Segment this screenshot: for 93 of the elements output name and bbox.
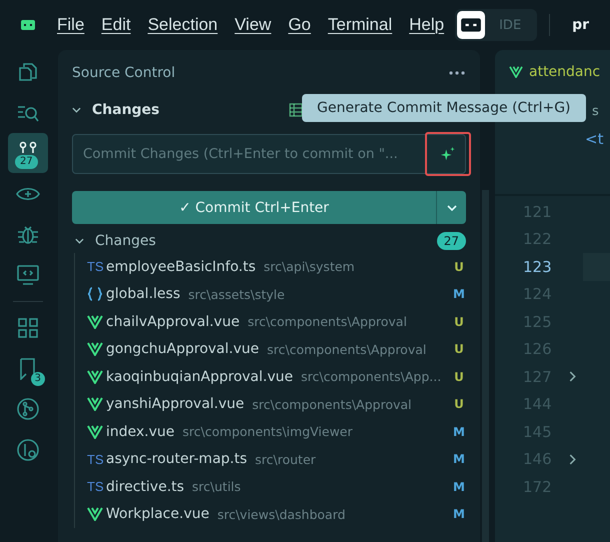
- robot-icon: [460, 17, 482, 33]
- status-letter: U: [453, 370, 465, 384]
- count-badge: 27: [15, 155, 38, 169]
- chevron-icon[interactable]: [72, 107, 81, 113]
- code-text: <t: [585, 130, 604, 148]
- file-name: employeeBasicInfo.ts: [106, 258, 256, 275]
- file-path: src\components\Approval: [248, 314, 408, 330]
- vue-icon: [87, 507, 103, 522]
- grid-icon: [18, 318, 38, 338]
- file-path: src\components\Approval: [252, 396, 413, 412]
- menu-item[interactable]: Selection: [148, 15, 218, 35]
- change-entry[interactable]: chailvApproval.vue src\components\Approval U: [75, 308, 466, 336]
- file-name: index.vue: [106, 424, 175, 440]
- git-search-icon: [17, 438, 39, 460]
- file-name: gongchuApproval.vue: [106, 341, 259, 358]
- fold-chevron-icon[interactable]: [569, 371, 576, 382]
- file-path: src\router: [255, 452, 317, 467]
- file-path: src\components\Approval: [267, 342, 428, 357]
- file-path: src\views\dashboard: [217, 506, 346, 522]
- file-name: kaoqinbuqianApproval.vue: [106, 368, 293, 385]
- count-badge: 27: [436, 232, 466, 250]
- file-name: yanshiApproval.vue: [106, 396, 244, 412]
- panel-title: Source Control: [72, 65, 176, 81]
- file-name: chailvApproval.vue: [106, 314, 240, 330]
- tooltip: Generate Commit Message (Ctrl+G): [302, 94, 586, 122]
- file-path: src\assets\style: [188, 286, 286, 302]
- fold-chevron-icon[interactable]: [569, 454, 576, 465]
- app-logo-icon[interactable]: [21, 20, 35, 30]
- file-path: src\utils: [192, 479, 242, 494]
- remote-screen-icon: [17, 264, 39, 284]
- eye-icon: [16, 186, 40, 202]
- status-letter: M: [452, 287, 466, 302]
- vue-icon: [87, 370, 103, 384]
- commit-button[interactable]: ✓ Commit Ctrl+Enter: [72, 191, 436, 224]
- file-path: src\components\imgViewer: [182, 424, 354, 440]
- change-entry[interactable]: Workplace.vue src\views\dashboard M: [75, 500, 466, 528]
- file-path: src\components\App...: [300, 369, 442, 384]
- commit-dropdown-button[interactable]: [436, 191, 466, 224]
- group-label: Changes: [95, 232, 156, 248]
- status-letter: M: [452, 507, 466, 522]
- change-entry[interactable]: global.less src\assets\style M: [75, 280, 466, 308]
- file-name: global.less: [106, 286, 180, 302]
- file-name: async-router-map.ts: [106, 451, 248, 468]
- ide-label: IDE: [498, 18, 522, 32]
- chevron-icon: [446, 204, 456, 210]
- files-icon: [18, 62, 38, 82]
- line-number: 123: [523, 258, 553, 276]
- file-name: Workplace.vue: [106, 506, 210, 522]
- section-title: Changes: [92, 102, 160, 118]
- braces-icon: [87, 287, 103, 302]
- change-entry[interactable]: kaoqinbuqianApproval.vue src\components\App... U: [75, 363, 466, 390]
- tab-label: attendanc: [529, 64, 600, 80]
- menu-item[interactable]: Edit: [101, 15, 131, 35]
- menu-item[interactable]: Go: [288, 15, 311, 35]
- typescript-icon: TS: [87, 479, 106, 494]
- status-letter: U: [453, 314, 465, 329]
- change-entry[interactable]: TS async-router-map.ts src\router M: [75, 446, 466, 473]
- typescript-icon: TS: [87, 452, 106, 467]
- vue-icon: [509, 66, 523, 78]
- chevron-icon[interactable]: [75, 238, 84, 244]
- menu-item[interactable]: File: [57, 15, 84, 35]
- change-entry[interactable]: index.vue src\components\imgViewer M: [75, 418, 466, 446]
- bookmark-tab[interactable]: 3: [8, 348, 48, 388]
- change-entry[interactable]: TS employeeBasicInfo.ts src\api\system U: [75, 253, 466, 280]
- vue-icon: [87, 314, 103, 329]
- change-entry[interactable]: yanshiApproval.vue src\components\Approval U: [75, 390, 466, 418]
- bookmark-icon: [19, 358, 37, 380]
- editor-tab[interactable]: attendanc: [495, 50, 610, 94]
- git-graph-icon: [17, 398, 39, 420]
- file-name: directive.ts: [106, 478, 184, 495]
- more-icon[interactable]: [449, 71, 465, 75]
- status-letter: M: [452, 452, 466, 466]
- status-letter: U: [453, 260, 465, 274]
- menu-item[interactable]: Terminal: [328, 15, 392, 35]
- list-view-icon[interactable]: [288, 103, 303, 117]
- change-entry[interactable]: TS directive.ts src\utils M: [75, 473, 466, 500]
- status-letter: U: [453, 397, 465, 412]
- breadcrumb: s: [592, 104, 599, 119]
- source-control-tab[interactable]: 27: [8, 133, 48, 173]
- project-name: pr: [572, 17, 590, 33]
- vue-icon: [87, 397, 103, 412]
- menu-item[interactable]: View: [234, 15, 272, 35]
- source-control-icon: [18, 141, 38, 153]
- file-path: src\api\system: [264, 259, 356, 274]
- status-letter: U: [453, 342, 465, 356]
- vue-icon: [87, 424, 103, 439]
- vue-icon: [87, 342, 103, 356]
- status-letter: M: [452, 480, 466, 494]
- count-badge: 3: [30, 372, 45, 386]
- status-letter: M: [452, 424, 466, 439]
- typescript-icon: TS: [87, 259, 106, 274]
- change-entry[interactable]: gongchuApproval.vue src\components\Approval U: [75, 336, 466, 363]
- menu-item[interactable]: Help: [409, 15, 444, 35]
